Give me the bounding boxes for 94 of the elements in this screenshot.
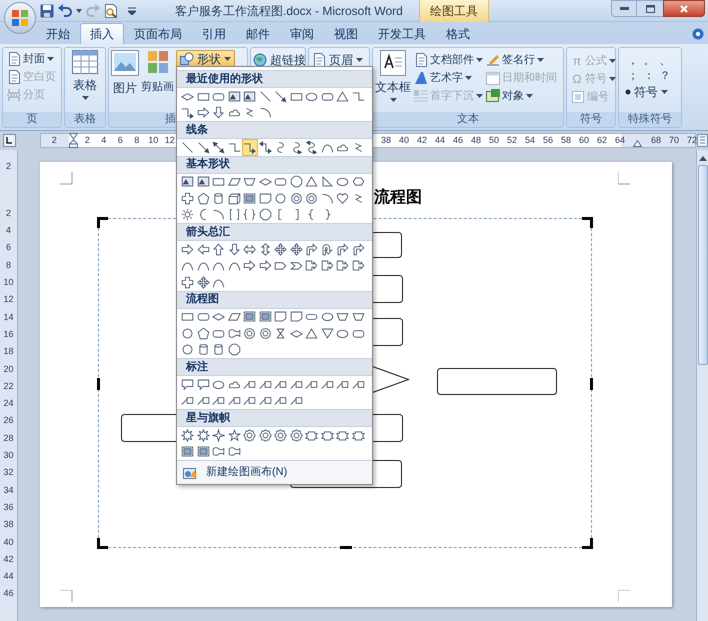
punctuation-button[interactable]: 、: [657, 54, 673, 69]
ruler-number: 52: [506, 134, 517, 147]
menu-section-header: 最近使用的形状: [177, 70, 372, 88]
ruler-number: 62: [596, 134, 607, 147]
menu-section-header: 星与旗帜: [177, 409, 372, 427]
ruler-number: 16: [3, 328, 14, 341]
group-label: 表格: [65, 112, 105, 127]
context-tab[interactable]: 绘图工具: [418, 0, 489, 22]
table-button[interactable]: 表格: [72, 50, 98, 112]
ruler-number: 48: [470, 134, 481, 147]
ruler-number: 28: [3, 432, 14, 445]
ribbon-button[interactable]: 封面: [7, 51, 54, 67]
ruler-number: 42: [3, 552, 14, 566]
ruler-number: 56: [542, 134, 553, 147]
ruler-number: 32: [3, 466, 14, 480]
tab[interactable]: 开始: [36, 23, 80, 44]
ruler-number: 38: [380, 134, 391, 147]
ruler-number: 8: [134, 134, 140, 147]
ruler-number: 54: [524, 134, 535, 147]
punctuation-button[interactable]: ；: [625, 69, 641, 84]
group-label: 文本: [373, 112, 563, 127]
ruler-number: 72: [686, 134, 697, 147]
ruler-number: 18: [3, 345, 14, 358]
ruler-number: 12: [3, 293, 14, 306]
tab[interactable]: 视图: [324, 23, 368, 44]
tab[interactable]: 插入: [80, 23, 124, 44]
ribbon-button[interactable]: 文档部件: [414, 52, 483, 68]
ruler-number: 42: [416, 134, 427, 147]
ruler-number: 24: [3, 397, 14, 410]
ruler-number: 4: [101, 134, 106, 147]
ruler-number: 44: [3, 570, 14, 584]
group-label: 符号: [567, 112, 615, 127]
ruler-number: 20: [3, 362, 14, 376]
ruler-number: 14: [3, 310, 14, 324]
ruler-number: 2: [84, 134, 90, 147]
punctuation-button[interactable]: 。: [641, 54, 657, 69]
ruler-number: 46: [452, 134, 463, 147]
punctuation-button[interactable]: ？: [657, 69, 673, 84]
ruler-number: 4: [6, 224, 11, 238]
symbol-button[interactable]: 符号: [625, 84, 681, 100]
tab[interactable]: 邮件: [236, 23, 280, 44]
group-label: 特殊符号: [619, 112, 681, 127]
menu-item[interactable]: 新建绘图画布(N): [177, 460, 372, 484]
tab[interactable]: 引用: [192, 23, 236, 44]
ruler-number: 36: [3, 500, 14, 514]
tab[interactable]: 审阅: [280, 23, 324, 44]
ruler-number: 64: [614, 134, 625, 147]
ribbon-button[interactable]: 签名行: [486, 52, 544, 68]
ribbon-button[interactable]: 艺术字: [414, 70, 472, 86]
hyperlink-button[interactable]: 超链接: [253, 52, 305, 68]
ruler-number: 26: [3, 414, 14, 428]
ruler-number: 60: [578, 134, 589, 147]
ruler-number: 6: [118, 134, 123, 147]
glyph-icon: π: [571, 54, 583, 68]
ruler-number: 2: [6, 160, 11, 173]
ruler-number: 44: [434, 134, 445, 147]
group-label: 插: [165, 112, 176, 128]
window-title: 客户服务工作流程图.docx - Microsoft Word: [175, 2, 403, 20]
ruler-number: 70: [668, 134, 679, 147]
ruler-number: 50: [488, 134, 499, 147]
ruler-number: 2: [6, 206, 11, 220]
glyph-icon: Ω: [571, 72, 583, 86]
group-label: 页: [3, 112, 61, 127]
ruler-number: 6: [6, 241, 11, 254]
ruler-number: 10: [3, 276, 14, 290]
ruler-number: 38: [3, 518, 14, 532]
picture-button[interactable]: 图片: [111, 50, 139, 112]
tab[interactable]: 页面布局: [124, 23, 192, 44]
punctuation-button[interactable]: ，: [625, 54, 641, 69]
menu-section-header: 基本形状: [177, 156, 372, 174]
tab[interactable]: 格式: [436, 23, 480, 44]
menu-section-header: 线条: [177, 121, 372, 139]
punctuation-button[interactable]: ：: [641, 69, 657, 84]
ruler-number: 58: [560, 134, 571, 147]
ruler-number: 68: [650, 134, 661, 147]
ruler-number: 34: [3, 484, 14, 497]
menu-section-header: 流程图: [177, 290, 372, 308]
ruler-number: 46: [3, 587, 14, 600]
ruler-number: 10: [148, 134, 158, 147]
ruler-number: 30: [3, 449, 14, 462]
ruler-number: 40: [398, 134, 409, 147]
document-heading: 流程图: [374, 187, 422, 208]
clip-art-button[interactable]: 剪贴画: [141, 50, 174, 112]
ruler-number: 40: [3, 536, 14, 549]
ruler-number: 2: [52, 134, 57, 147]
ribbon-button[interactable]: 对象: [486, 88, 533, 104]
shapes-button[interactable]: 形状: [176, 50, 235, 67]
ruler-number: 22: [3, 380, 14, 393]
tab[interactable]: 开发工具: [368, 23, 436, 44]
menu-section-header: 箭头总汇: [177, 223, 372, 241]
ruler-number: 12: [164, 134, 175, 147]
ruler-number: 8: [6, 258, 11, 272]
text-box-button[interactable]: 文本框: [375, 50, 411, 112]
menu-section-header: 标注: [177, 358, 372, 376]
